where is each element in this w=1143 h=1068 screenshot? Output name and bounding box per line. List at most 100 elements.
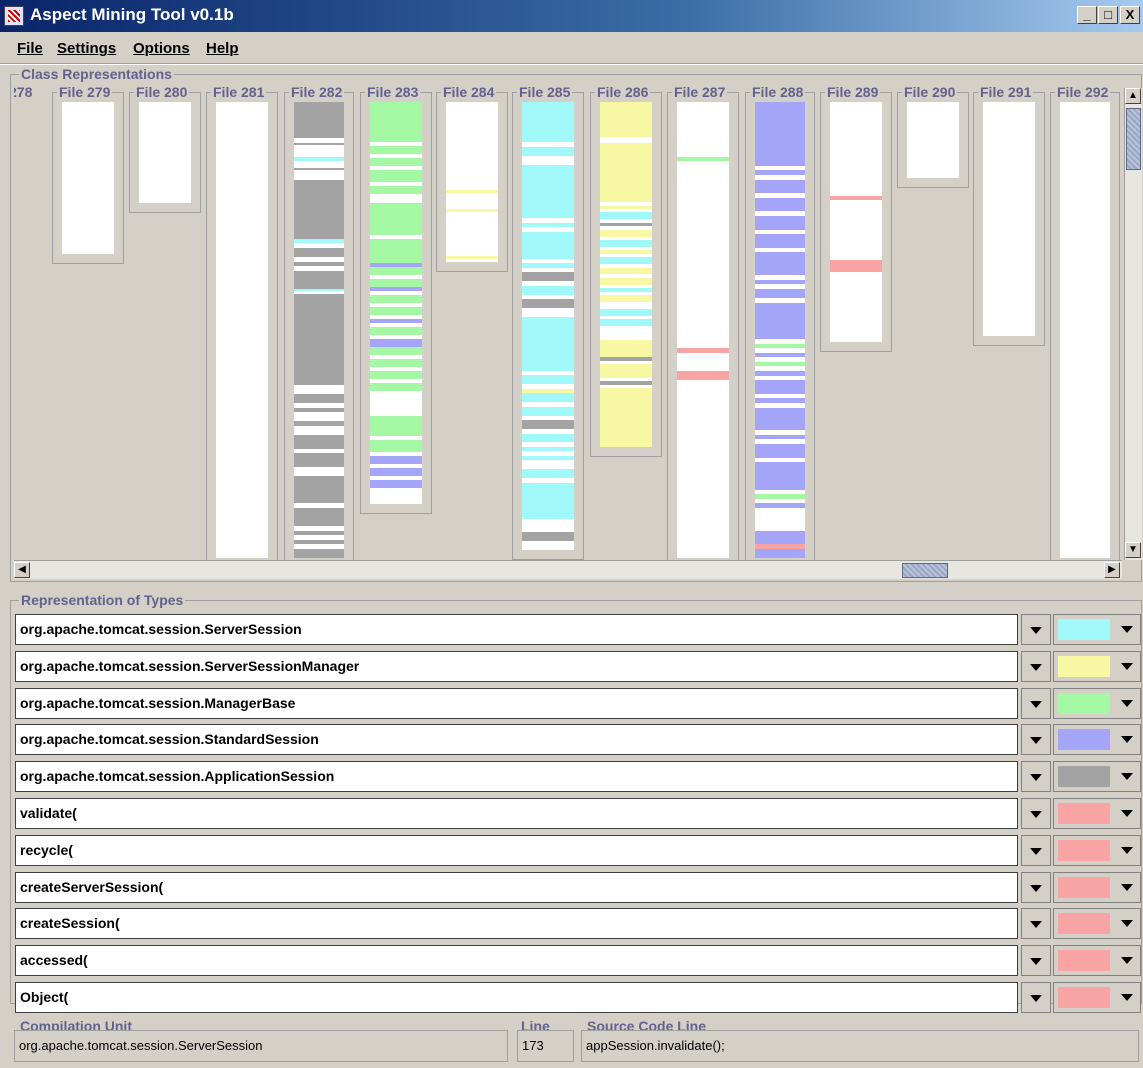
color-picker[interactable] [1053, 871, 1141, 903]
color-band [600, 102, 652, 137]
type-name-field[interactable]: createSession( [15, 908, 1018, 940]
scroll-up-icon[interactable]: ▲ [1125, 88, 1141, 104]
type-dropdown-button[interactable] [1021, 687, 1051, 719]
color-dropdown-button[interactable] [1114, 873, 1140, 902]
type-dropdown-button[interactable] [1021, 945, 1051, 977]
file-box[interactable]: File 281 [206, 84, 278, 560]
color-dropdown-button[interactable] [1114, 652, 1140, 681]
type-name-field[interactable]: Object( [15, 982, 1018, 1013]
maximize-button[interactable]: □ [1098, 6, 1118, 24]
file-box[interactable]: File 288 [745, 84, 815, 560]
close-button[interactable]: X [1120, 6, 1140, 24]
file-box[interactable]: File 283 [360, 84, 432, 514]
menu-options[interactable]: Options [133, 40, 190, 57]
menu-settings[interactable]: Settings [57, 40, 116, 57]
scroll-right-icon[interactable]: ▶ [1104, 562, 1120, 578]
type-dropdown-button[interactable] [1021, 724, 1051, 756]
type-dropdown-button[interactable] [1021, 982, 1051, 1013]
file-box[interactable]: File 292 [1050, 84, 1120, 560]
color-picker[interactable] [1053, 982, 1141, 1013]
file-bar[interactable] [522, 102, 574, 550]
type-name-field[interactable]: org.apache.tomcat.session.ManagerBase [15, 687, 1018, 719]
type-name-field[interactable]: org.apache.tomcat.session.ApplicationSes… [15, 761, 1018, 793]
color-dropdown-button[interactable] [1114, 983, 1140, 1012]
type-name-field[interactable]: accessed( [15, 945, 1018, 977]
color-picker[interactable] [1053, 724, 1141, 756]
file-bar[interactable] [1060, 102, 1110, 558]
color-picker[interactable] [1053, 834, 1141, 866]
type-name-field[interactable]: org.apache.tomcat.session.ServerSession [15, 614, 1018, 645]
color-picker[interactable] [1053, 687, 1141, 719]
color-dropdown-button[interactable] [1114, 725, 1140, 754]
title-bar[interactable]: Aspect Mining Tool v0.1b _ □ X [0, 0, 1143, 32]
color-dropdown-button[interactable] [1114, 909, 1140, 938]
chevron-down-icon [1121, 736, 1133, 744]
color-dropdown-button[interactable] [1114, 762, 1140, 791]
type-dropdown-button[interactable] [1021, 614, 1051, 645]
color-picker[interactable] [1053, 650, 1141, 682]
type-dropdown-button[interactable] [1021, 908, 1051, 940]
color-band [600, 277, 652, 285]
file-bar[interactable] [600, 102, 652, 447]
color-picker[interactable] [1053, 798, 1141, 829]
file-bar[interactable] [446, 102, 498, 262]
horizontal-scroll-thumb[interactable] [902, 563, 948, 578]
color-band [755, 102, 805, 166]
class-representations-viewport[interactable]: File 278 File 279 File 280 File 281 File 282… [14, 84, 1124, 560]
scroll-down-icon[interactable]: ▼ [1125, 542, 1141, 558]
file-box[interactable]: File 285 [512, 84, 584, 560]
file-box[interactable]: File 290 [897, 84, 969, 188]
file-box[interactable]: File 287 [667, 84, 739, 560]
type-name-field[interactable]: recycle( [15, 834, 1018, 866]
color-picker[interactable] [1053, 761, 1141, 793]
scroll-left-icon[interactable]: ◀ [14, 562, 30, 578]
color-picker[interactable] [1053, 945, 1141, 977]
type-dropdown-button[interactable] [1021, 650, 1051, 682]
type-row: org.apache.tomcat.session.ServerSession [15, 614, 1051, 647]
color-picker[interactable] [1053, 614, 1141, 645]
type-dropdown-button[interactable] [1021, 834, 1051, 866]
vertical-scrollbar[interactable]: ▲ ▼ [1124, 88, 1142, 560]
type-name-field[interactable]: org.apache.tomcat.session.StandardSessio… [15, 724, 1018, 756]
file-box[interactable]: File 282 [284, 84, 354, 560]
color-band [755, 197, 805, 212]
type-name-field[interactable]: createServerSession( [15, 871, 1018, 903]
color-dropdown-button[interactable] [1114, 615, 1140, 644]
file-box[interactable]: File 286 [590, 84, 662, 457]
color-band [600, 295, 652, 303]
file-bar[interactable] [370, 102, 422, 504]
horizontal-scrollbar[interactable]: ◀ ▶ [14, 560, 1122, 579]
file-box[interactable]: File 280 [129, 84, 201, 213]
vertical-scroll-thumb[interactable] [1126, 108, 1141, 170]
file-bar[interactable] [830, 102, 882, 342]
color-dropdown-button[interactable] [1114, 836, 1140, 865]
color-picker[interactable] [1053, 908, 1141, 940]
file-box[interactable]: File 279 [52, 84, 124, 264]
color-dropdown-button[interactable] [1114, 689, 1140, 718]
file-box[interactable]: File 291 [973, 84, 1045, 346]
file-bar[interactable] [62, 102, 114, 254]
type-name-field[interactable]: org.apache.tomcat.session.ServerSessionM… [15, 650, 1018, 682]
file-bar[interactable] [983, 102, 1035, 336]
file-bar[interactable] [907, 102, 959, 178]
type-name-field[interactable]: validate( [15, 798, 1018, 829]
color-band [294, 247, 344, 258]
color-band [370, 339, 422, 348]
file-bar[interactable] [677, 102, 729, 558]
file-box[interactable]: File 289 [820, 84, 892, 352]
file-bar[interactable] [294, 102, 344, 558]
type-dropdown-button[interactable] [1021, 798, 1051, 829]
file-bar[interactable] [139, 102, 191, 203]
file-bar[interactable] [755, 102, 805, 558]
minimize-button[interactable]: _ [1077, 6, 1097, 24]
color-band [294, 507, 344, 527]
type-dropdown-button[interactable] [1021, 761, 1051, 793]
file-box[interactable]: File 284 [436, 84, 508, 272]
file-bar[interactable] [216, 102, 268, 558]
color-dropdown-button[interactable] [1114, 946, 1140, 975]
color-band [294, 453, 344, 467]
menu-file[interactable]: File [17, 40, 43, 57]
color-dropdown-button[interactable] [1114, 799, 1140, 828]
menu-help[interactable]: Help [206, 40, 239, 57]
type-dropdown-button[interactable] [1021, 871, 1051, 903]
